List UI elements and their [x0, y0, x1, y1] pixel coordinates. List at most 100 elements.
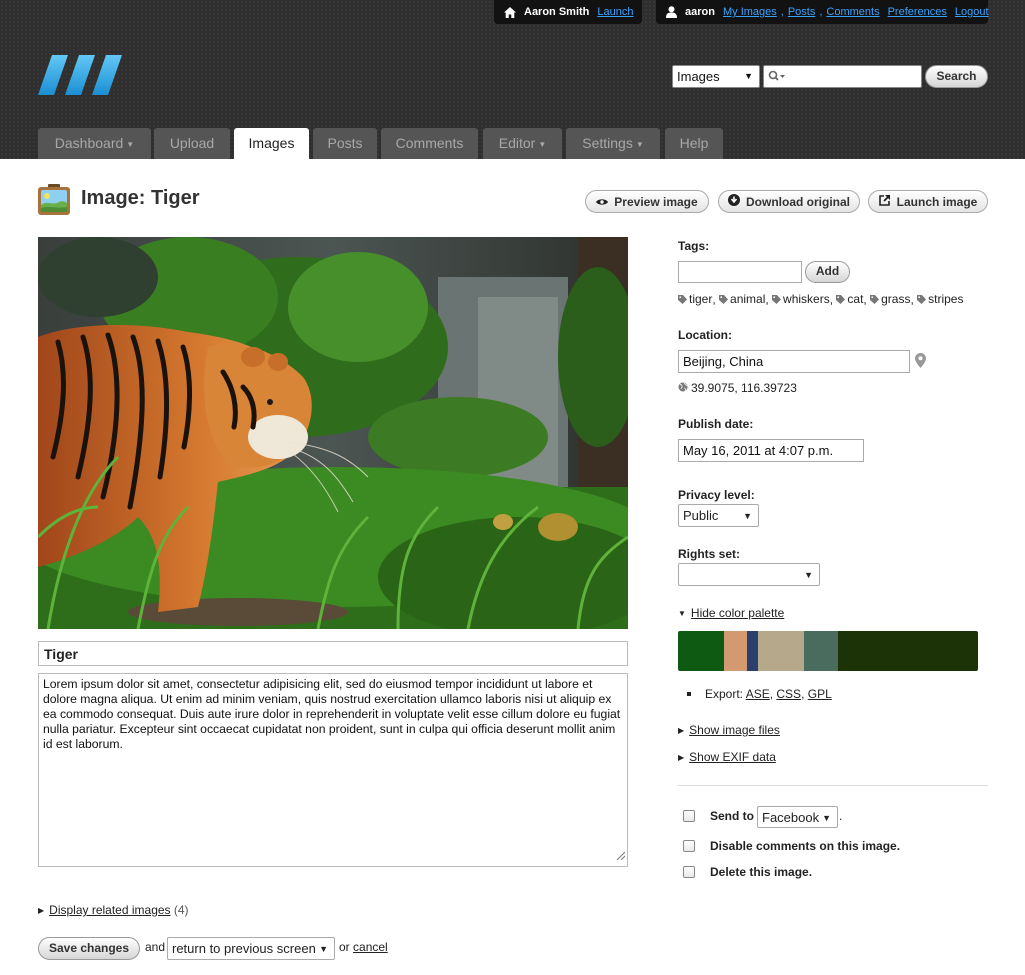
my-images-link[interactable]: My Images	[723, 6, 777, 18]
site-user-box: Aaron Smith Launch	[494, 0, 642, 24]
tag-icon	[917, 294, 927, 304]
tab-help[interactable]: Help	[665, 128, 723, 159]
caret-down-icon: ▼	[744, 71, 753, 81]
caret-down-icon: ▼	[538, 139, 547, 149]
send-to-period: .	[839, 809, 843, 823]
export-ase-link[interactable]: ASE	[746, 687, 770, 701]
search-scope-select[interactable]: Images ▼	[672, 65, 760, 88]
image-picture-icon	[37, 184, 71, 219]
site-launch-link[interactable]: Launch	[597, 6, 633, 18]
tag-icon	[836, 294, 846, 304]
image-title-input[interactable]: Tiger	[38, 641, 628, 666]
hide-color-palette-link[interactable]: Hide color palette	[691, 606, 784, 620]
map-pin-icon[interactable]	[915, 353, 926, 371]
tag-icon	[870, 294, 880, 304]
tags-input[interactable]	[678, 261, 802, 283]
tag-item[interactable]: cat	[836, 292, 863, 306]
caret-down-icon: ▼	[126, 139, 135, 149]
export-gpl-link[interactable]: GPL	[808, 687, 832, 701]
location-label: Location:	[678, 328, 732, 342]
color-palette-toggle: ▼ Hide color palette	[678, 606, 784, 620]
triangle-right-icon: ▶	[678, 726, 685, 735]
account-box: aaron My Images, Posts, Comments Prefere…	[656, 0, 989, 24]
add-tag-button[interactable]: Add	[805, 261, 850, 283]
palette-swatch	[758, 631, 804, 671]
globe-icon	[678, 381, 688, 395]
disable-comments-label: Disable comments on this image.	[710, 839, 901, 853]
home-icon	[504, 6, 516, 18]
image-description-textarea[interactable]: Lorem ipsum dolor sit amet, consectetur …	[38, 673, 628, 867]
save-changes-button[interactable]: Save changes	[38, 937, 140, 960]
external-link-icon	[878, 194, 891, 209]
location-input[interactable]: Beijing, China	[678, 350, 910, 373]
delete-image-label: Delete this image.	[710, 865, 813, 879]
palette-swatch	[724, 631, 747, 671]
tag-item[interactable]: stripes	[917, 292, 963, 306]
resize-handle-icon[interactable]	[616, 849, 626, 864]
comments-link[interactable]: Comments	[826, 6, 879, 18]
posts-link[interactable]: Posts	[788, 6, 816, 18]
return-action-select[interactable]: return to previous screen ▼	[167, 937, 335, 960]
caret-down-icon: ▼	[822, 813, 831, 823]
caret-down-icon: ▼	[804, 570, 813, 580]
display-related-images-link[interactable]: Display related images	[49, 903, 170, 917]
triangle-right-icon: ▶	[678, 753, 685, 762]
tag-item[interactable]: whiskers	[772, 292, 830, 306]
page-title: Image: Tiger	[81, 187, 200, 209]
delete-image-checkbox[interactable]	[683, 866, 695, 878]
show-image-files-link[interactable]: Show image files	[689, 723, 780, 737]
tab-settings[interactable]: Settings ▼	[566, 128, 660, 159]
tag-icon	[719, 294, 729, 304]
logo[interactable]	[38, 55, 122, 95]
palette-swatch	[804, 631, 838, 671]
tab-posts[interactable]: Posts	[313, 128, 377, 159]
palette-swatch	[838, 631, 978, 671]
show-exif-data-link[interactable]: Show EXIF data	[689, 750, 776, 764]
account-username: aaron	[685, 6, 715, 18]
send-to-service-select[interactable]: Facebook ▼	[757, 806, 838, 828]
search-input[interactable]	[763, 65, 922, 88]
privacy-level-label: Privacy level:	[678, 488, 755, 502]
export-css-link[interactable]: CSS	[776, 687, 801, 701]
tag-list: tiger, animal, whiskers, cat, grass, str…	[678, 292, 963, 307]
send-to-label: Send to	[710, 809, 754, 823]
site-user-name: Aaron Smith	[524, 6, 590, 18]
preview-image-button[interactable]: Preview image	[585, 190, 709, 213]
logout-link[interactable]: Logout	[955, 6, 989, 18]
publish-date-input[interactable]: May 16, 2011 at 4:07 p.m.	[678, 439, 864, 462]
color-palette	[678, 631, 978, 671]
send-to-checkbox[interactable]	[683, 810, 695, 822]
image-files-toggle: ▶ Show image files	[678, 723, 780, 737]
eye-icon	[596, 195, 609, 209]
coordinates: 39.9075, 116.39723	[678, 381, 797, 395]
cancel-link[interactable]: cancel	[353, 940, 388, 954]
privacy-level-select[interactable]: Public ▼	[678, 504, 759, 527]
caret-down-icon: ▼	[743, 511, 752, 521]
disable-comments-checkbox[interactable]	[683, 840, 695, 852]
image-preview	[38, 237, 628, 629]
tab-images[interactable]: Images	[234, 128, 309, 159]
tag-icon	[678, 294, 687, 304]
related-images-count: (4)	[173, 903, 189, 917]
download-original-button[interactable]: Download original	[718, 190, 860, 213]
tag-item[interactable]: animal	[719, 292, 765, 306]
tab-comments[interactable]: Comments	[381, 128, 478, 159]
tab-dashboard[interactable]: Dashboard ▼	[38, 128, 151, 159]
tab-editor[interactable]: Editor ▼	[483, 128, 562, 159]
tag-item[interactable]: grass	[870, 292, 910, 306]
download-icon	[728, 194, 740, 209]
tag-item[interactable]: tiger	[678, 292, 712, 306]
exif-toggle: ▶ Show EXIF data	[678, 750, 776, 764]
launch-image-button[interactable]: Launch image	[868, 190, 988, 213]
user-icon	[666, 6, 677, 18]
tab-upload[interactable]: Upload	[154, 128, 230, 159]
search-button[interactable]: Search	[925, 65, 988, 88]
triangle-down-icon: ▼	[678, 609, 686, 618]
palette-swatch	[747, 631, 758, 671]
preferences-link[interactable]: Preferences	[888, 6, 947, 18]
rights-set-select[interactable]: ▼	[678, 563, 820, 586]
publish-date-label: Publish date:	[678, 417, 754, 431]
caret-down-icon: ▼	[319, 944, 328, 954]
tags-label: Tags:	[678, 239, 710, 253]
or-cancel: or cancel	[339, 940, 388, 954]
